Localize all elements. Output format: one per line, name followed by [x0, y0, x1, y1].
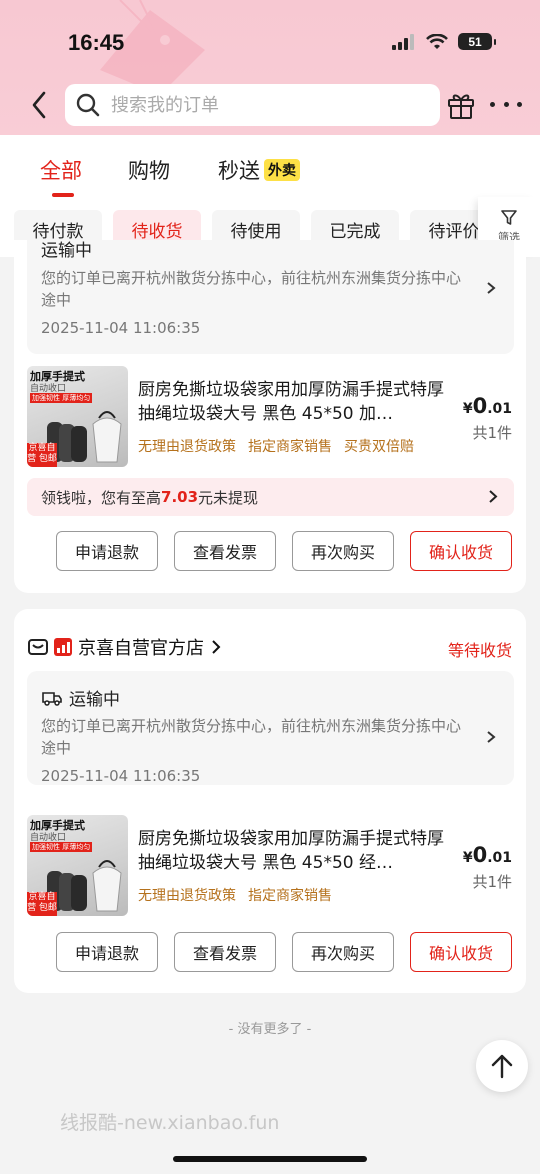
order-status: 等待收货	[447, 641, 512, 660]
gift-icon[interactable]	[446, 90, 476, 120]
store-name-link[interactable]: 京喜自营官方店	[54, 634, 222, 660]
shipping-title-text: 运输中	[41, 241, 92, 261]
signal-icon	[392, 33, 414, 50]
tab-instant-delivery-label: 秒送	[218, 159, 260, 183]
product-image[interactable]: 加厚手提式 自动收口 加强韧性 厚薄均匀 京喜自营 包邮	[27, 815, 128, 916]
price-integer: 0	[472, 843, 488, 867]
product-image-note: 加强韧性 厚薄均匀	[30, 393, 93, 403]
price-symbol: ¥	[462, 401, 473, 417]
buy-again-button[interactable]: 再次购买	[292, 932, 394, 972]
clock: 16:45	[68, 30, 125, 55]
tab-all-label: 全部	[40, 159, 82, 183]
arrow-up-icon	[491, 1054, 513, 1079]
search-icon	[76, 93, 100, 117]
product-quantity: 共1件	[472, 424, 512, 442]
trash-bag-illustration	[47, 411, 122, 463]
price-integer: 0	[472, 394, 488, 418]
cash-reward-banner[interactable]: 领钱啦，您有至高 7.03 元未提现	[27, 478, 514, 516]
shipping-title-text: 运输中	[69, 690, 120, 710]
trash-bag-illustration	[47, 860, 122, 912]
product-name[interactable]: 厨房免撕垃圾袋家用加厚防漏手提式特厚抽绳垃圾袋大号 黑色 45*50 经…	[138, 827, 458, 875]
product-image[interactable]: 加厚手提式 自动收口 加强韧性 厚薄均匀 京喜自营 包邮	[27, 366, 128, 467]
view-invoice-button[interactable]: 查看发票	[174, 932, 276, 972]
price-decimal: .01	[487, 850, 512, 866]
chevron-right-icon	[487, 731, 496, 743]
refund-button[interactable]: 申请退款	[56, 531, 158, 571]
promo-text-prefix: 领钱啦，您有至高	[41, 488, 162, 507]
tab-all[interactable]: 全部	[40, 155, 82, 197]
order-card[interactable]: 京喜自营官方店 等待收货 运输中 您的订单已离开杭州散货分拣中心，前往杭州东洲集…	[14, 609, 526, 993]
tab-shopping[interactable]: 购物	[128, 155, 170, 185]
service-tag: 买贵双倍赔	[344, 439, 414, 455]
refund-button[interactable]: 申请退款	[56, 932, 158, 972]
view-invoice-button[interactable]: 查看发票	[174, 531, 276, 571]
confirm-receipt-button[interactable]: 确认收货	[410, 531, 512, 571]
watermark-text: 线报酷-new.xianbao.fun	[60, 1112, 280, 1134]
home-indicator[interactable]	[173, 1156, 367, 1162]
price-decimal: .01	[487, 401, 512, 417]
chevron-right-icon	[212, 640, 221, 654]
promo-amount: 7.03	[161, 488, 199, 506]
buy-again-button[interactable]: 再次购买	[292, 531, 394, 571]
product-image-note: 加强韧性 厚薄均匀	[30, 842, 93, 852]
search-bar[interactable]	[65, 84, 440, 126]
promo-text-suffix: 元未提现	[198, 488, 259, 507]
tab-shopping-label: 购物	[128, 159, 170, 183]
chevron-left-icon	[32, 91, 46, 119]
wifi-icon	[426, 33, 448, 49]
chevron-right-icon	[489, 490, 498, 503]
service-tag: 无理由退货政策	[138, 439, 236, 455]
shipping-info[interactable]: 运输中 您的订单已离开杭州散货分拣中心，前往杭州东洲集货分拣中心途中 2025-…	[27, 240, 514, 354]
product-name[interactable]: 厨房免撕垃圾袋家用加厚防漏手提式特厚抽绳垃圾袋大号 黑色 45*50 加…	[138, 378, 458, 426]
chevron-right-icon	[487, 282, 496, 294]
search-input[interactable]	[109, 93, 413, 117]
shipping-title: 运输中	[41, 240, 92, 261]
service-tag: 无理由退货政策	[138, 888, 236, 904]
product-quantity: 共1件	[472, 873, 512, 891]
battery-icon: 51	[458, 33, 496, 50]
truck-icon	[42, 691, 62, 706]
shipping-description: 您的订单已离开杭州散货分拣中心，前往杭州东洲集货分拣中心途中	[41, 717, 462, 757]
takeaway-badge: 外卖	[264, 159, 300, 181]
main-tabs: 全部 购物 秒送 外卖	[0, 135, 540, 197]
header: 16:45 51	[0, 0, 540, 135]
product-price: ¥0.01	[463, 843, 512, 867]
system-status-icons: 51	[392, 33, 496, 50]
tab-instant-delivery[interactable]: 秒送 外卖	[218, 155, 300, 185]
end-of-list-text: - 没有更多了 -	[228, 1022, 312, 1037]
scroll-to-top-button[interactable]	[476, 1040, 528, 1092]
product-price: ¥0.01	[463, 394, 512, 418]
back-button[interactable]	[24, 88, 54, 122]
filter-icon	[501, 210, 517, 225]
more-options-icon[interactable]	[490, 97, 522, 111]
service-tags: 无理由退货政策 指定商家销售	[138, 885, 332, 905]
confirm-receipt-button[interactable]: 确认收货	[410, 932, 512, 972]
store-icon	[28, 639, 48, 655]
shipping-time: 2025-11-04 11:06:35	[41, 319, 201, 337]
service-tags: 无理由退货政策 指定商家销售 买贵双倍赔	[138, 436, 414, 456]
shipping-info[interactable]: 运输中 您的订单已离开杭州散货分拣中心，前往杭州东洲集货分拣中心途中 2025-…	[27, 671, 514, 785]
product-image-badge: 京喜自营 包邮	[27, 443, 57, 467]
shipping-time: 2025-11-04 11:06:35	[41, 767, 201, 785]
price-symbol: ¥	[462, 850, 473, 866]
service-tag: 指定商家销售	[248, 888, 332, 904]
store-name: 京喜自营官方店	[78, 638, 204, 659]
product-image-badge: 京喜自营 包邮	[27, 892, 57, 916]
service-tag: 指定商家销售	[248, 439, 332, 455]
shipping-description: 您的订单已离开杭州散货分拣中心，前往杭州东洲集货分拣中心途中	[41, 269, 462, 309]
store-badge-icon	[54, 638, 72, 656]
order-card[interactable]: 运输中 您的订单已离开杭州散货分拣中心，前往杭州东洲集货分拣中心途中 2025-…	[14, 240, 526, 593]
shipping-title: 运输中	[41, 685, 120, 710]
